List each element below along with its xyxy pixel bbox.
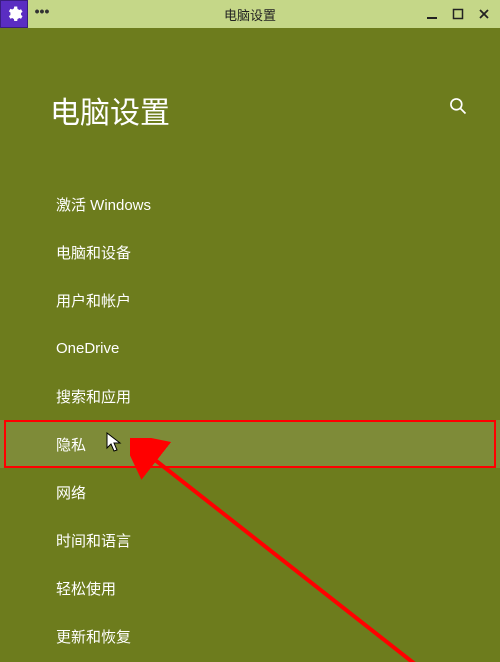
nav-onedrive[interactable]: OneDrive — [0, 324, 500, 372]
nav-item-label: 网络 — [56, 482, 86, 503]
minimize-button[interactable] — [424, 6, 440, 22]
nav-item-label: 搜索和应用 — [56, 386, 131, 407]
nav-pc-devices[interactable]: 电脑和设备 — [0, 228, 500, 276]
nav-item-label: 电脑和设备 — [56, 242, 131, 263]
gear-icon — [5, 5, 23, 23]
nav-item-label: 更新和恢复 — [56, 626, 131, 647]
maximize-button[interactable] — [450, 6, 466, 22]
nav-privacy[interactable]: 隐私 — [0, 420, 500, 468]
nav-item-label: 用户和帐户 — [56, 290, 131, 311]
nav-item-label: 隐私 — [56, 434, 86, 455]
nav-update-recovery[interactable]: 更新和恢复 — [0, 612, 500, 660]
titlebar: ••• 电脑设置 — [0, 0, 500, 28]
nav-search-apps[interactable]: 搜索和应用 — [0, 372, 500, 420]
nav-users-accounts[interactable]: 用户和帐户 — [0, 276, 500, 324]
page-title: 电脑设置 — [50, 88, 170, 132]
app-icon — [0, 0, 28, 28]
nav-network[interactable]: 网络 — [0, 468, 500, 516]
nav-item-label: 时间和语言 — [56, 530, 131, 551]
overflow-menu[interactable]: ••• — [28, 0, 56, 28]
nav-activate-windows[interactable]: 激活 Windows — [0, 180, 500, 228]
nav-item-label: 激活 Windows — [56, 194, 151, 215]
nav-time-language[interactable]: 时间和语言 — [0, 516, 500, 564]
close-button[interactable] — [476, 6, 492, 22]
content-area: 电脑设置 激活 Windows 电脑和设备 用户和帐户 OneDrive 搜索和… — [0, 28, 500, 662]
nav-ease-of-access[interactable]: 轻松使用 — [0, 564, 500, 612]
nav-item-label: 轻松使用 — [56, 578, 116, 599]
search-button[interactable] — [448, 96, 468, 116]
search-icon — [448, 96, 468, 116]
nav-item-label: OneDrive — [56, 340, 119, 357]
nav-list: 激活 Windows 电脑和设备 用户和帐户 OneDrive 搜索和应用 隐私… — [0, 180, 500, 660]
window-controls — [424, 0, 500, 28]
